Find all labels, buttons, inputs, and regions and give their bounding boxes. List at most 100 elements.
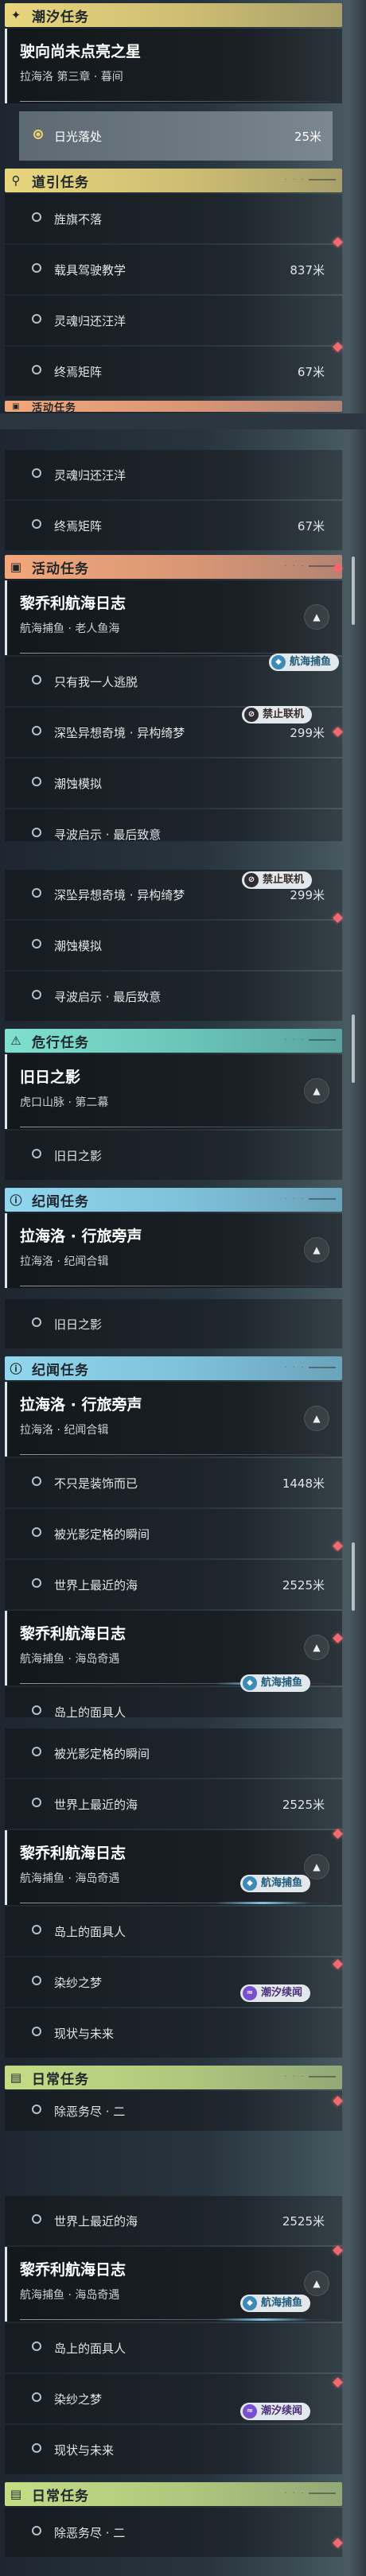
task-item[interactable]: 终焉矩阵 67米	[5, 347, 342, 396]
task-item[interactable]: 现状与未来	[5, 2425, 342, 2474]
task-item[interactable]: 被光影定格的瞬间	[5, 1728, 342, 1778]
group-title: 黎乔利航海日志	[20, 1845, 127, 1862]
section-header-richang[interactable]: ▤ 日常任务 · · ·	[5, 2066, 342, 2089]
location-pin-icon: ⚲	[11, 173, 21, 188]
task-item[interactable]: 被光影定格的瞬间	[5, 1509, 342, 1558]
task-item[interactable]: 世界上最近的海 2525米	[5, 1779, 342, 1829]
fish-icon: ◆	[243, 1876, 257, 1891]
radio-icon	[32, 828, 41, 837]
radio-icon	[32, 1317, 41, 1327]
task-item-selected[interactable]: 日光落处 25米	[19, 111, 333, 161]
section-title: 日常任务	[32, 2488, 89, 2504]
section-title: 日常任务	[32, 2071, 89, 2088]
task-distance: 299米	[290, 888, 325, 902]
tag-no-coop: ⊘ 禁止联机	[242, 871, 313, 889]
section-header-huodong[interactable]: ▣ 活动任务 · · ·	[5, 555, 342, 579]
task-item[interactable]: 载具驾驶教学 837米	[5, 245, 342, 294]
radio-icon	[32, 2341, 41, 2351]
task-group[interactable]: 黎乔利航海日志 航海捕鱼 · 老人鱼海 ▲	[5, 580, 342, 655]
chevron-up-icon[interactable]: ▲	[304, 1854, 329, 1880]
task-name: 世界上最近的海	[54, 1798, 138, 1812]
chevron-up-icon[interactable]: ▲	[304, 604, 329, 630]
section-header-chaoxi[interactable]: ✦ 潮汐任务	[5, 3, 342, 27]
task-list-panel: 旧日之影 ⓘ 纪闻任务 · · · 拉海洛 · 行旅旁声 拉海洛 · 纪闻合辑 …	[5, 1298, 342, 1717]
task-name: 被光影定格的瞬间	[54, 1747, 150, 1761]
task-item[interactable]: 岛上的面具人	[5, 2323, 342, 2372]
radio-icon	[32, 888, 41, 898]
scrollbar-thumb[interactable]	[352, 1014, 355, 1083]
group-subtitle: 虎口山脉 · 第二幕	[20, 1096, 109, 1109]
fish-icon: ◆	[271, 655, 286, 669]
task-item[interactable]: 旌旗不落	[5, 194, 342, 243]
task-name: 灵魂归还汪洋	[54, 314, 127, 328]
task-group[interactable]: 旧日之影 虎口山脉 · 第二幕 ▲	[5, 1054, 342, 1129]
task-item[interactable]: 现状与未来	[5, 2008, 342, 2058]
task-distance: 1448米	[282, 1476, 325, 1491]
event-icon: ▣	[10, 560, 22, 574]
radio-icon	[32, 777, 41, 786]
radio-icon	[32, 2027, 41, 2036]
task-item[interactable]: 寻波启示 · 最后致意	[5, 972, 342, 1021]
task-distance: 2525米	[282, 1798, 325, 1812]
task-item[interactable]: 世界上最近的海 2525米	[5, 2196, 342, 2245]
task-item[interactable]: 除恶务尽 · 二	[5, 2091, 342, 2131]
radio-icon	[32, 1149, 41, 1158]
task-group[interactable]: 拉海洛 · 行旅旁声 拉海洛 · 纪闻合辑 ▲	[5, 1382, 342, 1457]
task-group[interactable]: 黎乔利航海日志 航海捕鱼 · 海岛奇遇 ▲	[5, 1830, 342, 1905]
chevron-up-icon[interactable]: ▲	[304, 1406, 329, 1431]
section-title: 纪闻任务	[32, 1193, 89, 1210]
task-item[interactable]: 终焉矩阵 67米	[5, 501, 342, 550]
task-item[interactable]: 灵魂归还汪洋	[5, 450, 342, 499]
task-group[interactable]: 拉海洛 · 行旅旁声 拉海洛 · 纪闻合辑 ▲	[5, 1213, 342, 1288]
section-header-weixing[interactable]: ⚠ 危行任务 · · ·	[5, 1029, 342, 1053]
task-item[interactable]: 旧日之影	[5, 1299, 342, 1348]
task-name: 深坠异想奇境 · 异构绮梦	[54, 888, 185, 902]
section-header-richang[interactable]: ▤ 日常任务 · · ·	[5, 2482, 342, 2506]
task-item[interactable]: 旧日之影	[5, 1131, 342, 1180]
tag-fishing: ◆ 航海捕鱼	[240, 1875, 311, 1892]
task-item[interactable]: 除恶务尽 · 二	[5, 2508, 342, 2557]
task-item[interactable]: 寻波启示 · 最后致意	[5, 809, 342, 842]
task-item[interactable]: 灵魂归还汪洋	[5, 296, 342, 345]
calendar-icon: ▤	[10, 2487, 22, 2501]
task-item[interactable]: 岛上的面具人	[5, 1907, 342, 1956]
group-subtitle: 拉海洛 · 纪闻合辑	[20, 1424, 109, 1437]
task-list-panel: ✦ 潮汐任务 驶向尚未点亮之星 拉海洛 第三章 · 暮间 日光落处 25米 ⚲ …	[5, 3, 342, 412]
tag-label: 航海捕鱼	[290, 656, 332, 668]
task-name: 载具驾驶教学	[54, 263, 127, 277]
task-item[interactable]: 不只是装饰而已 1448米	[5, 1458, 342, 1507]
group-title: 旧日之影	[20, 1069, 81, 1086]
chevron-up-icon[interactable]: ▲	[304, 1237, 329, 1263]
scrollbar-thumb[interactable]	[352, 557, 355, 625]
task-item[interactable]: 潮蚀模拟	[5, 921, 342, 970]
chevron-up-icon[interactable]: ▲	[304, 2271, 329, 2296]
task-name: 现状与未来	[54, 2443, 115, 2458]
scrollbar-thumb[interactable]	[352, 1542, 355, 1611]
info-icon: ⓘ	[10, 1193, 22, 1208]
tag-fishing: ◆ 航海捕鱼	[240, 2295, 311, 2312]
task-list-panel: 深坠异想奇境 · 异构绮梦 299米 潮蚀模拟 寻波启示 · 最后致意 ⚠ 危行…	[5, 868, 342, 1288]
group-subtitle: 航海捕鱼 · 海岛奇遇	[20, 2289, 120, 2302]
chevron-up-icon[interactable]: ▲	[304, 1078, 329, 1104]
section-header-daoyin[interactable]: ⚲ 道引任务 · · ·	[5, 169, 342, 192]
section-header-jiwen[interactable]: ⓘ 纪闻任务 · · ·	[5, 1188, 342, 1212]
event-icon: ▣	[12, 402, 20, 411]
section-title: 活动任务	[32, 561, 89, 577]
task-item[interactable]: 潮蚀模拟	[5, 758, 342, 808]
section-header-huodong-partial[interactable]: ▣ 活动任务	[5, 401, 342, 412]
radio-icon	[32, 1705, 41, 1715]
group-highlight	[215, 2318, 310, 2321]
task-group[interactable]: 驶向尚未点亮之星 拉海洛 第三章 · 暮间	[5, 29, 342, 103]
section-header-jiwen[interactable]: ⓘ 纪闻任务 · · ·	[5, 1356, 342, 1380]
chevron-up-icon[interactable]: ▲	[304, 1635, 329, 1660]
section-title: 道引任务	[32, 174, 89, 191]
task-item[interactable]: 世界上最近的海 2525米	[5, 1560, 342, 1609]
task-list-panel: 世界上最近的海 2525米 黎乔利航海日志 航海捕鱼 · 海岛奇遇 ▲ 岛上的面…	[5, 2194, 342, 2557]
no-multiplayer-icon: ⊘	[244, 873, 259, 887]
group-subtitle: 航海捕鱼 · 海岛奇遇	[20, 1653, 120, 1666]
task-distance: 837米	[290, 263, 325, 277]
radio-icon	[32, 212, 41, 222]
task-name: 被光影定格的瞬间	[54, 1527, 150, 1542]
group-divider	[20, 1454, 329, 1455]
task-name: 除恶务尽 · 二	[54, 2526, 126, 2540]
